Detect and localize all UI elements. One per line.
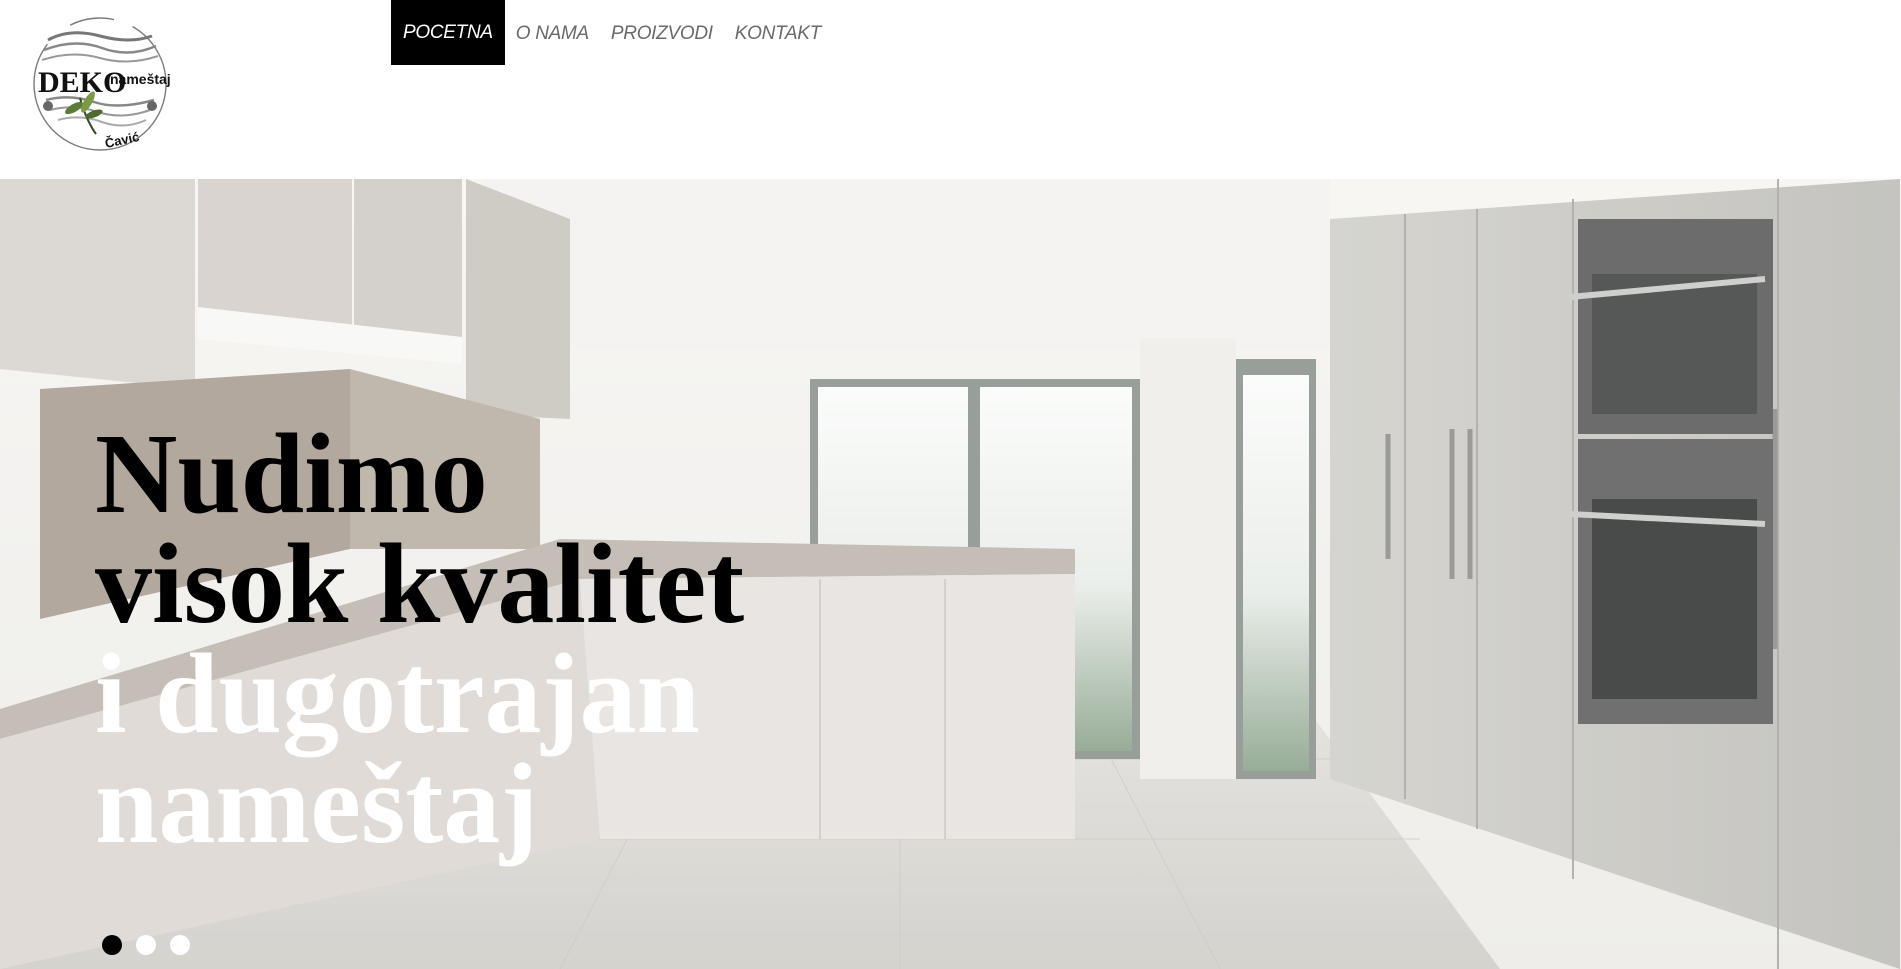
hero-slider: Nudimo visok kvalitet i dugotrajan nameš… <box>0 179 1901 969</box>
nav-item-proizvodi[interactable]: PROIZVODI <box>600 0 724 65</box>
nav-item-kontakt[interactable]: KONTAKT <box>724 0 832 65</box>
deko-logo[interactable]: DEKO nameštaj Čavić <box>30 10 171 162</box>
headline-line-2: visok kvalitet <box>95 520 745 647</box>
nav-item-pocetna[interactable]: POCETNA <box>391 0 505 65</box>
main-nav: POCETNA O NAMA PROIZVODI KONTAKT <box>391 0 832 65</box>
headline-line-4: nameštaj <box>95 740 539 867</box>
logo-word: nameštaj <box>110 71 170 87</box>
headline-line-3: i dugotrajan <box>95 630 700 757</box>
hero-headline: Nudimo visok kvalitet i dugotrajan nameš… <box>95 410 745 867</box>
slider-dot-1[interactable] <box>102 935 122 955</box>
site-header: DEKO nameštaj Čavić POCETNA O NAMA PROIZ… <box>0 0 1901 179</box>
nav-item-o-nama[interactable]: O NAMA <box>505 0 600 65</box>
slider-pagination <box>102 935 190 955</box>
slider-dot-2[interactable] <box>136 935 156 955</box>
logo-owner: Čavić <box>104 129 141 151</box>
headline-line-1: Nudimo <box>95 410 488 537</box>
slider-dot-3[interactable] <box>170 935 190 955</box>
